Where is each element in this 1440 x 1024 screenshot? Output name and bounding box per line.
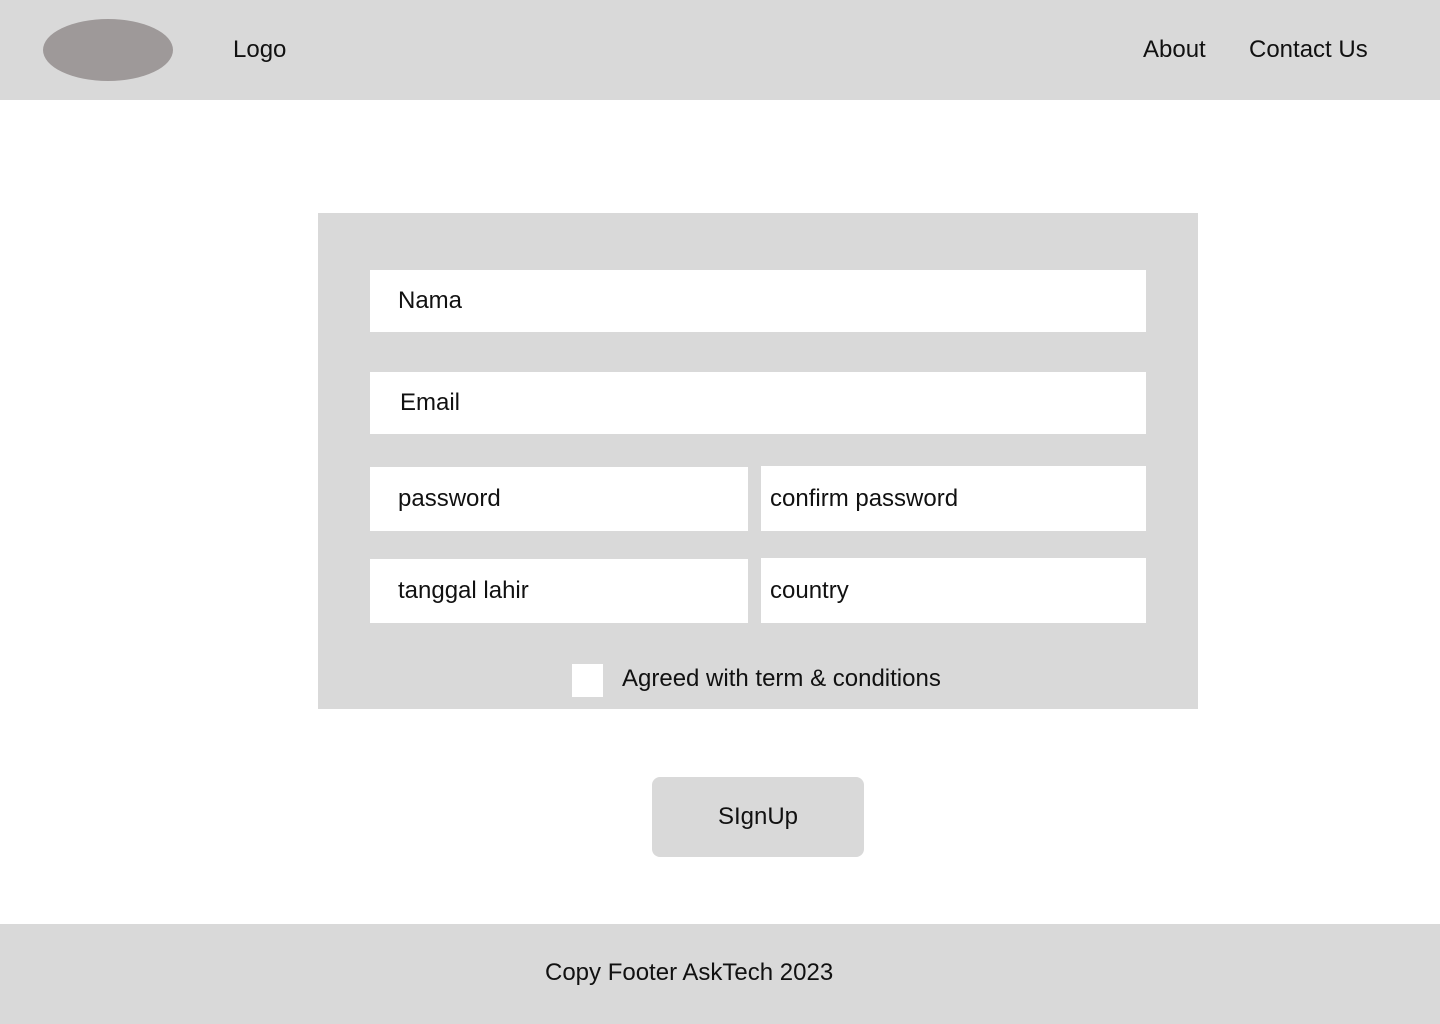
email-placeholder: Email	[400, 389, 461, 416]
tanggal-lahir-field[interactable]: tanggal lahir	[370, 559, 748, 623]
signup-page: Logo About Contact Us Nama Email passwor…	[0, 0, 1440, 1024]
confirm-password-field[interactable]: confirm password	[761, 466, 1146, 531]
signup-form-panel: Nama Email password confirm password tan…	[318, 213, 1198, 709]
password-placeholder: password	[398, 485, 501, 512]
email-field[interactable]: Email	[370, 372, 1146, 434]
footer-text: Copy Footer AskTech 2023	[545, 959, 834, 986]
logo-placeholder[interactable]	[43, 19, 173, 81]
confirm-password-placeholder: confirm password	[770, 484, 959, 512]
password-field[interactable]: password	[370, 467, 748, 531]
country-placeholder: country	[770, 576, 849, 604]
nav-link-contact-us[interactable]: Contact Us	[1249, 35, 1368, 65]
nama-field[interactable]: Nama	[370, 270, 1146, 332]
tanggal-lahir-placeholder: tanggal lahir	[398, 577, 529, 604]
logo-text[interactable]: Logo	[233, 35, 286, 65]
terms-checkbox[interactable]	[572, 664, 603, 697]
nama-placeholder: Nama	[398, 287, 463, 314]
site-header: Logo About Contact Us	[0, 0, 1440, 100]
terms-label: Agreed with term & conditions	[622, 665, 941, 692]
signup-button[interactable]: SIgnUp	[652, 777, 864, 857]
country-field[interactable]: country	[761, 558, 1146, 623]
nav-link-about[interactable]: About	[1143, 35, 1206, 65]
